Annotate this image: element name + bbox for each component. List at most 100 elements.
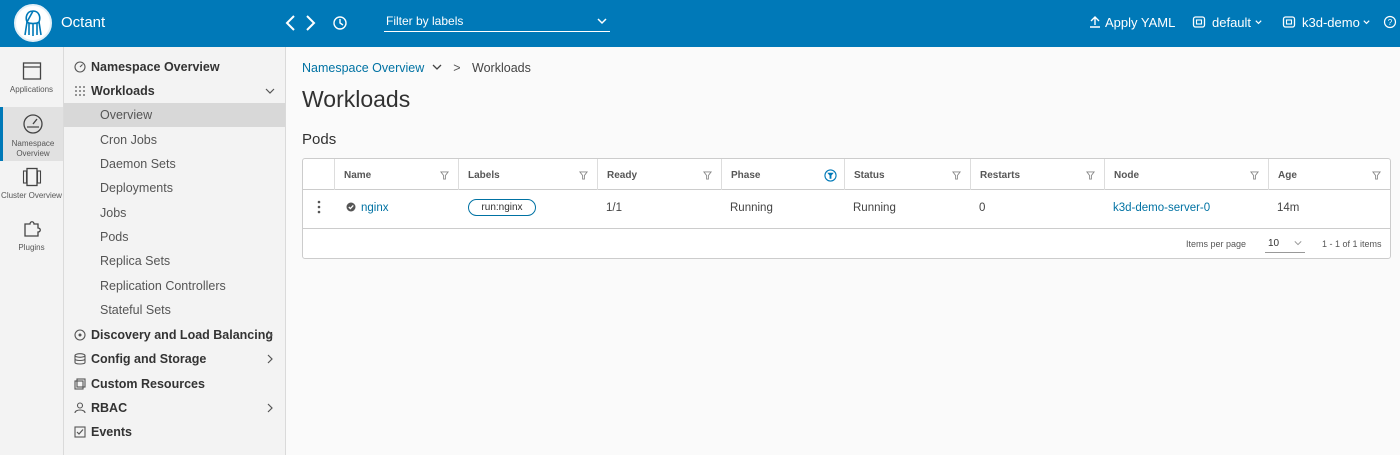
cluster-icon bbox=[1282, 16, 1296, 28]
pagination-summary: 1 - 1 of 1 items bbox=[1322, 239, 1382, 249]
sidebar-item-cron-jobs[interactable]: Cron Jobs bbox=[64, 128, 285, 152]
sidebar-item-jobs[interactable]: Jobs bbox=[64, 201, 285, 225]
page-title: Workloads bbox=[302, 86, 411, 112]
pod-name-link[interactable]: nginx bbox=[361, 202, 389, 214]
breadcrumb-separator: > bbox=[453, 61, 461, 75]
puzzle-icon bbox=[23, 221, 41, 237]
nav-cluster-overview-label: Cluster Overview bbox=[1, 191, 62, 200]
column-header-name[interactable]: Name bbox=[334, 159, 458, 190]
label-badge: run:nginx bbox=[468, 199, 536, 216]
filter-icon[interactable] bbox=[1250, 171, 1259, 180]
items-per-page-label: Items per page bbox=[1186, 239, 1247, 249]
chevron-down-icon bbox=[597, 18, 607, 25]
sidebar-item-pods[interactable]: Pods bbox=[64, 225, 285, 249]
sidebar-item-discovery[interactable]: Discovery and Load Balancing bbox=[64, 323, 285, 347]
forward-arrow-icon[interactable] bbox=[302, 12, 318, 34]
filter-icon[interactable] bbox=[579, 171, 588, 180]
status-cell: Running bbox=[853, 202, 896, 214]
table-header: Name Labels Ready Phase Status Restarts … bbox=[303, 159, 1390, 190]
primary-nav: Applications Namespace Overview Cluster … bbox=[0, 47, 64, 455]
breadcrumb: Namespace Overview > Workloads bbox=[302, 61, 531, 75]
upload-icon bbox=[1090, 16, 1100, 28]
pods-table: Name Labels Ready Phase Status Restarts … bbox=[302, 158, 1391, 259]
chevron-down-icon[interactable] bbox=[432, 62, 442, 72]
sidebar-item-label: Config and Storage bbox=[91, 352, 207, 366]
filter-icon[interactable] bbox=[1086, 171, 1095, 180]
filter-icon[interactable] bbox=[952, 171, 961, 180]
column-header-labels[interactable]: Labels bbox=[458, 159, 597, 190]
nav-applications[interactable]: Applications bbox=[0, 61, 63, 101]
node-link[interactable]: k3d-demo-server-0 bbox=[1113, 202, 1210, 214]
sidebar-item-deployments[interactable]: Deployments bbox=[64, 176, 285, 200]
nav-cluster-overview[interactable]: Cluster Overview bbox=[0, 167, 63, 211]
app-title: Octant bbox=[61, 14, 106, 31]
column-header-ready[interactable]: Ready bbox=[597, 159, 721, 190]
sidebar-item-config-storage[interactable]: Config and Storage bbox=[64, 347, 285, 371]
row-actions-icon[interactable] bbox=[316, 199, 322, 215]
apply-yaml-button[interactable]: Apply YAML bbox=[1105, 15, 1175, 30]
sidebar-item-label: Namespace Overview bbox=[91, 60, 220, 74]
dashboard-icon bbox=[74, 61, 86, 73]
sidebar-item-label: Overview bbox=[100, 108, 153, 122]
back-arrow-icon[interactable] bbox=[283, 12, 299, 34]
filter-icon[interactable] bbox=[440, 171, 449, 180]
sidebar-item-namespace-overview[interactable]: Namespace Overview bbox=[64, 55, 285, 79]
label-filter-placeholder: Filter by labels bbox=[386, 14, 464, 28]
sidebar-item-replica-sets[interactable]: Replica Sets bbox=[64, 249, 285, 273]
sidebar-item-label: Cron Jobs bbox=[100, 133, 157, 147]
age-cell: 14m bbox=[1277, 202, 1300, 214]
column-header-phase[interactable]: Phase bbox=[721, 159, 844, 190]
chevron-right-icon bbox=[267, 354, 273, 364]
filter-active-icon[interactable] bbox=[824, 169, 837, 182]
sidebar-item-workloads[interactable]: Workloads bbox=[64, 79, 285, 103]
sidebar-item-label: Stateful Sets bbox=[100, 303, 171, 317]
history-icon[interactable] bbox=[332, 15, 348, 31]
sidebar-item-daemon-sets[interactable]: Daemon Sets bbox=[64, 152, 285, 176]
network-icon bbox=[74, 329, 86, 341]
sidebar-item-label: Jobs bbox=[100, 206, 127, 220]
sidebar-item-label: Events bbox=[91, 425, 132, 439]
context-select[interactable]: k3d-demo bbox=[1302, 15, 1360, 30]
sidebar-item-label: Discovery and Load Balancing bbox=[91, 328, 273, 342]
ready-cell: 1/1 bbox=[606, 202, 622, 214]
restarts-cell: 0 bbox=[979, 202, 986, 214]
column-header-restarts[interactable]: Restarts bbox=[970, 159, 1104, 190]
sidebar-item-overview[interactable]: Overview bbox=[64, 103, 285, 127]
table-row: nginx run:nginx 1/1 Running Running 0 k3… bbox=[303, 190, 1390, 229]
filter-icon[interactable] bbox=[1372, 171, 1381, 180]
octant-logo[interactable] bbox=[14, 4, 52, 42]
sidebar-item-custom-resources[interactable]: Custom Resources bbox=[64, 372, 285, 396]
check-circle-icon bbox=[346, 202, 356, 212]
nav-plugins[interactable]: Plugins bbox=[0, 219, 63, 259]
svg-text:?: ? bbox=[1388, 18, 1393, 27]
user-icon bbox=[74, 402, 86, 414]
storage-icon bbox=[74, 353, 86, 365]
section-title: Pods bbox=[302, 131, 337, 148]
column-header-status[interactable]: Status bbox=[844, 159, 970, 190]
label-filter-select[interactable]: Filter by labels bbox=[384, 12, 610, 32]
sidebar-item-events[interactable]: Events bbox=[64, 420, 285, 444]
secondary-nav: Namespace Overview Workloads Overview Cr… bbox=[64, 47, 286, 455]
layers-icon bbox=[74, 378, 86, 390]
chevron-down-icon bbox=[1255, 20, 1262, 25]
sidebar-item-rbac[interactable]: RBAC bbox=[64, 396, 285, 420]
help-icon[interactable]: ? bbox=[1383, 15, 1397, 29]
sidebar-item-stateful-sets[interactable]: Stateful Sets bbox=[64, 298, 285, 322]
sidebar-item-label: Custom Resources bbox=[91, 377, 205, 391]
filter-icon[interactable] bbox=[703, 171, 712, 180]
chevron-down-icon bbox=[1363, 20, 1370, 25]
nav-namespace-overview[interactable]: Namespace Overview bbox=[0, 107, 63, 161]
items-per-page-select[interactable]: 10 bbox=[1265, 233, 1305, 253]
column-header-age[interactable]: Age bbox=[1268, 159, 1390, 190]
column-header-node[interactable]: Node bbox=[1104, 159, 1268, 190]
sidebar-item-label: Pods bbox=[100, 230, 129, 244]
octopus-icon bbox=[24, 10, 42, 36]
breadcrumb-parent[interactable]: Namespace Overview bbox=[302, 61, 424, 75]
chevron-down-icon bbox=[265, 88, 275, 94]
sidebar-item-label: Replica Sets bbox=[100, 254, 171, 268]
chevron-down-icon bbox=[1294, 241, 1302, 246]
namespace-select[interactable]: default bbox=[1212, 15, 1251, 30]
sidebar-item-label: RBAC bbox=[91, 401, 128, 415]
sidebar-item-replication-controllers[interactable]: Replication Controllers bbox=[64, 274, 285, 298]
cluster-icon bbox=[22, 167, 41, 187]
